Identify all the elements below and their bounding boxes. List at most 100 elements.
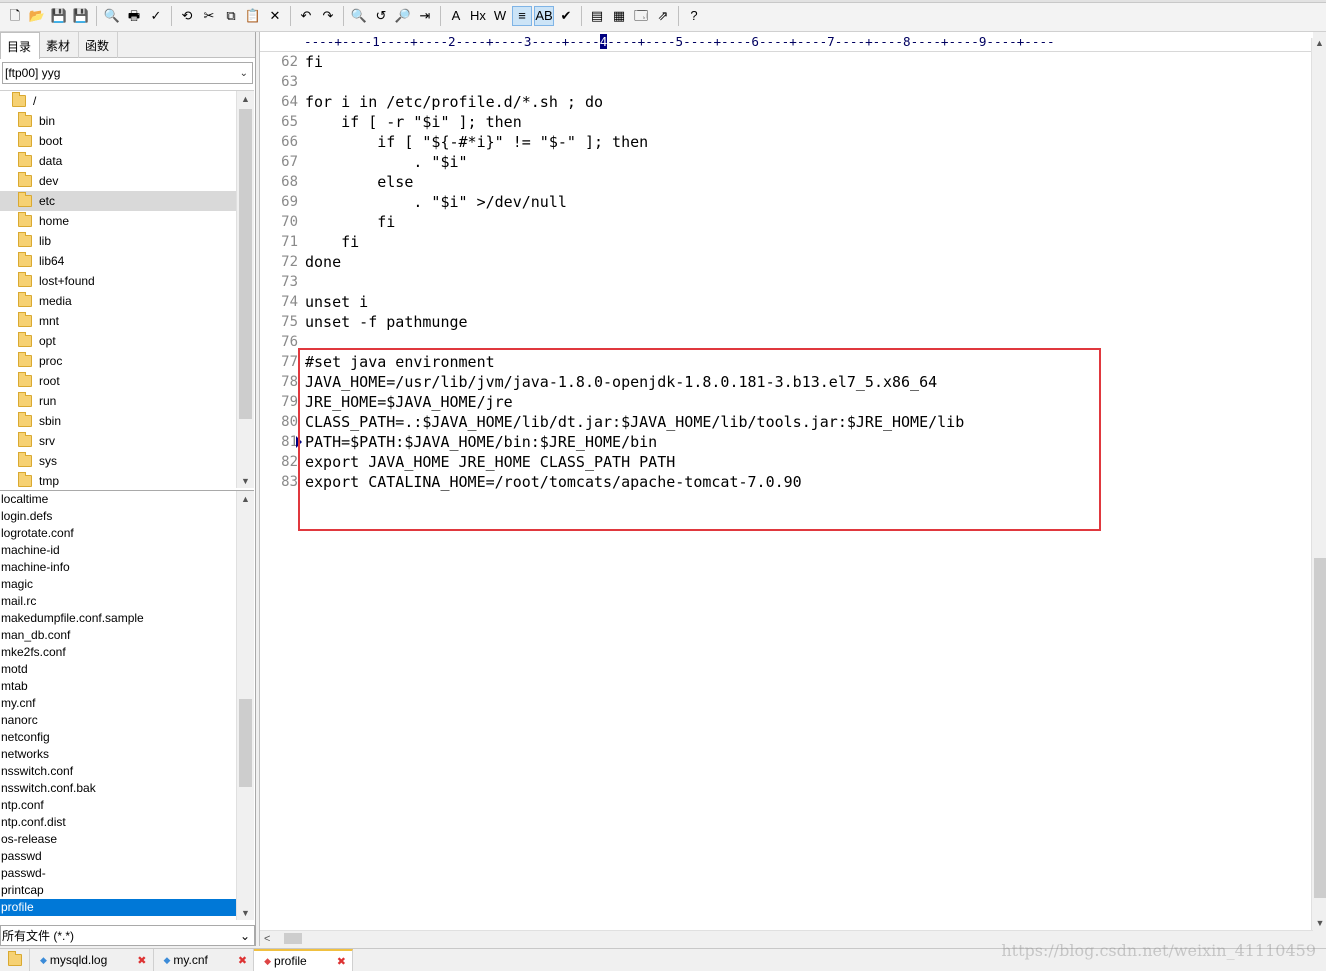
window-icon[interactable]: 🗔 [631, 6, 651, 26]
file-list-scrollbar[interactable]: ▲ ▼ [236, 491, 254, 920]
font-icon[interactable]: A [446, 6, 466, 26]
file-list-item[interactable]: os-release [0, 831, 254, 848]
ftp-site-select[interactable]: [ftp00] yyg ⌄ [2, 62, 253, 84]
save-all-icon[interactable]: 💾 [71, 6, 91, 26]
tree-folder[interactable]: root [0, 371, 254, 391]
code-line[interactable]: 75 unset -f pathmunge [260, 312, 1296, 332]
tree-folder[interactable]: home [0, 211, 254, 231]
code-editor[interactable]: ----+----1----+----2----+----3----+----4… [259, 32, 1326, 947]
file-list-item[interactable]: motd [0, 661, 254, 678]
code-line[interactable]: 64 for i in /etc/profile.d/*.sh ; do [260, 92, 1296, 112]
tab-functions[interactable]: 函数 [79, 32, 119, 58]
tree-folder[interactable]: sbin [0, 411, 254, 431]
abc-sort-icon[interactable]: AB [534, 5, 554, 26]
doc-tab-my-cnf[interactable]: ◆ my.cnf ✖ [154, 949, 255, 971]
scroll-left-icon[interactable]: < [264, 931, 270, 947]
file-list-item[interactable]: localtime [0, 491, 254, 508]
close-icon[interactable]: ✖ [137, 954, 146, 967]
code-line[interactable]: 70 fi [260, 212, 1296, 232]
tree-folder[interactable]: / [0, 91, 254, 111]
tree-folder[interactable]: boot [0, 131, 254, 151]
tree-folder[interactable]: mnt [0, 311, 254, 331]
find-icon[interactable]: 🔍 [349, 6, 369, 26]
tree-folder[interactable]: dev [0, 171, 254, 191]
scroll-up-icon[interactable]: ▲ [237, 491, 254, 507]
close-icon[interactable]: ✖ [337, 955, 346, 968]
scroll-down-icon[interactable]: ▼ [237, 473, 254, 488]
file-list-item[interactable]: logrotate.conf [0, 525, 254, 542]
tree-folder[interactable]: lost+found [0, 271, 254, 291]
scroll-down-icon[interactable]: ▼ [1312, 918, 1326, 928]
code-line[interactable]: 66 if [ "${-#*i}" != "$-" ]; then [260, 132, 1296, 152]
file-list-item[interactable]: machine-id [0, 542, 254, 559]
hex-icon[interactable]: Hx [468, 6, 488, 26]
tree-folder[interactable]: bin [0, 111, 254, 131]
open-folder-icon[interactable]: 📂 [27, 6, 47, 26]
doc-tab-profile[interactable]: ◆ profile ✖ [254, 949, 353, 971]
code-line[interactable]: 71 fi [260, 232, 1296, 252]
tree-scrollbar[interactable]: ▲ ▼ [236, 91, 254, 488]
paste-icon[interactable]: 📋 [243, 6, 263, 26]
code-line[interactable]: 67 . "$i" [260, 152, 1296, 172]
code-line[interactable]: 69 . "$i" >/dev/null [260, 192, 1296, 212]
spell-check-icon[interactable]: ✓ [146, 6, 166, 26]
file-list-item[interactable]: netconfig [0, 729, 254, 746]
tree-folder[interactable]: srv [0, 431, 254, 451]
file-list-item[interactable]: magic [0, 576, 254, 593]
file-list-item[interactable]: mtab [0, 678, 254, 695]
tab-assets[interactable]: 素材 [40, 32, 80, 58]
code-line[interactable]: 62 fi [260, 52, 1296, 72]
editor-scroll-thumb[interactable] [1314, 558, 1326, 898]
new-file-icon[interactable]: 🗋 [5, 6, 25, 26]
file-list-item[interactable]: passwd [0, 848, 254, 865]
tree-folder[interactable]: opt [0, 331, 254, 351]
tree-folder[interactable]: lib [0, 231, 254, 251]
layout-icon[interactable]: ▦ [609, 6, 629, 26]
undo-icon[interactable]: ↶ [296, 6, 316, 26]
copy-icon[interactable]: ⧉ [221, 6, 241, 26]
file-list-item[interactable]: my.cnf [0, 695, 254, 712]
goto-icon[interactable]: ⇥ [415, 6, 435, 26]
file-list-item[interactable]: mail.rc [0, 593, 254, 610]
tab-directory[interactable]: 目录 [0, 32, 41, 59]
file-list-item[interactable]: machine-info [0, 559, 254, 576]
file-list-item[interactable]: login.defs [0, 508, 254, 525]
replace-icon[interactable]: ↺ [371, 6, 391, 26]
file-list-item[interactable]: nsswitch.conf.bak [0, 780, 254, 797]
file-list-item[interactable]: networks [0, 746, 254, 763]
tree-folder[interactable]: proc [0, 351, 254, 371]
file-list-item[interactable]: ntp.conf [0, 797, 254, 814]
code-line[interactable]: 74 unset i [260, 292, 1296, 312]
file-list-item[interactable]: ntp.conf.dist [0, 814, 254, 831]
tree-folder[interactable]: lib64 [0, 251, 254, 271]
tree-folder[interactable]: tmp [0, 471, 254, 488]
scroll-up-icon[interactable]: ▲ [237, 91, 254, 107]
file-list-item[interactable]: makedumpfile.conf.sample [0, 610, 254, 627]
view-icon[interactable]: ▤ [587, 6, 607, 26]
tree-folder[interactable]: etc [0, 191, 254, 211]
word-wrap-icon[interactable]: W [490, 6, 510, 26]
cut-icon[interactable]: ✂ [199, 6, 219, 26]
print-icon[interactable]: 🖶 [124, 6, 144, 26]
column-mode-icon[interactable]: ≡ [512, 5, 532, 26]
code-line[interactable]: 73 [260, 272, 1296, 292]
file-list-item[interactable]: nsswitch.conf [0, 763, 254, 780]
code-line[interactable]: 63 [260, 72, 1296, 92]
code-line[interactable]: 68 else [260, 172, 1296, 192]
tree-folder[interactable]: media [0, 291, 254, 311]
editor-hscroll-thumb[interactable] [284, 933, 302, 944]
print-preview-icon[interactable]: 🔍 [102, 6, 122, 26]
editor-vertical-scrollbar[interactable]: ▲ ▼ [1311, 38, 1326, 930]
file-filter-select[interactable]: 所有文件 (*.*) ⌄ [0, 925, 255, 946]
doc-tab-mysqld-log[interactable]: ◆ mysqld.log ✖ [30, 949, 154, 971]
file-list-item[interactable]: man_db.conf [0, 627, 254, 644]
maximize-icon[interactable]: ⇗ [653, 6, 673, 26]
save-icon[interactable]: 💾 [49, 6, 69, 26]
code-line[interactable]: 65 if [ -r "$i" ]; then [260, 112, 1296, 132]
tree-folder[interactable]: sys [0, 451, 254, 471]
file-list-item[interactable]: nanorc [0, 712, 254, 729]
scroll-up-icon[interactable]: ▲ [1312, 38, 1326, 48]
format-icon[interactable]: ⟲ [177, 6, 197, 26]
close-icon[interactable]: ✖ [238, 954, 247, 967]
find-in-files-icon[interactable]: 🔎 [393, 6, 413, 26]
